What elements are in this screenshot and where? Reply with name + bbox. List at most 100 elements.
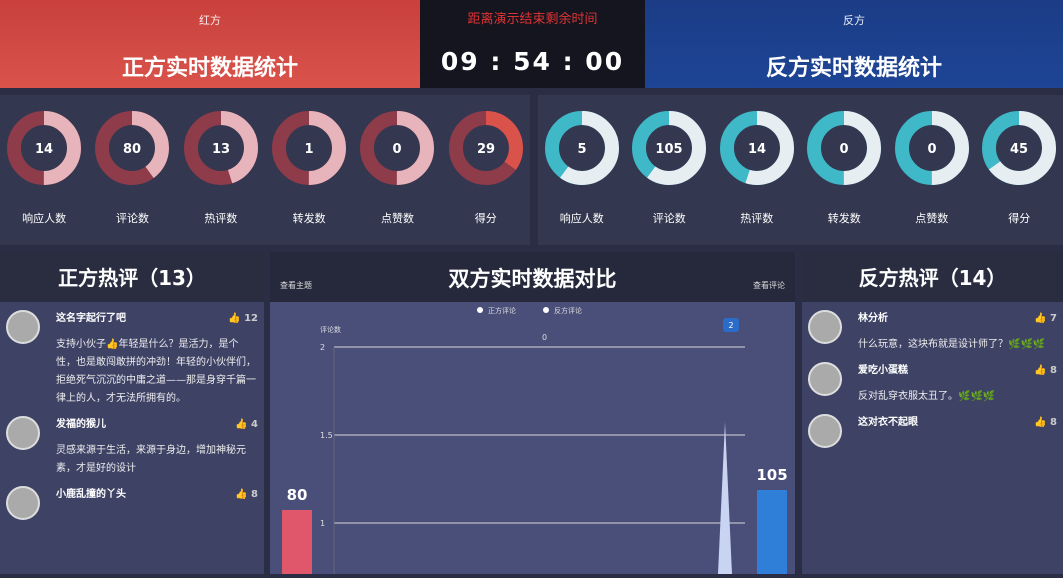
comment-item: 爱吃小蛋糕 👍 8 反对乱穿衣服太丑了。🌿🌿🌿 (802, 354, 1063, 406)
stat-label: 点赞数 (380, 212, 414, 225)
stat-点赞数: 0 点赞数 (357, 110, 437, 245)
like-count[interactable]: 👍 8 (1034, 362, 1057, 380)
plot-bg (270, 302, 795, 574)
svg-text:29: 29 (477, 142, 495, 157)
stat-label: 转发数 (292, 212, 326, 225)
avatar (808, 310, 842, 344)
stat-label: 转发数 (827, 212, 861, 225)
bar-label: 80 (287, 486, 308, 504)
donut-ring: 14 (7, 111, 82, 185)
avatar (808, 362, 842, 396)
donut-ring: 13 (183, 111, 258, 185)
avatar (6, 486, 40, 520)
donut-ring: 5 (544, 111, 619, 185)
donut-ring: 0 (360, 111, 435, 185)
bar (282, 510, 312, 574)
stat-label: 响应人数 (559, 212, 604, 225)
stat-转发数: 0 转发数 (804, 110, 884, 245)
stat-label: 评论数 (115, 212, 149, 225)
comment-author: 这名字起行了吧 (56, 313, 126, 324)
like-count[interactable]: 👍 7 (1034, 310, 1057, 328)
donut-ring: 29 (448, 111, 523, 185)
legend-dot (543, 307, 549, 313)
svg-text:14: 14 (748, 142, 766, 157)
donut-ring: 0 (807, 111, 882, 185)
stat-label: 热评数 (740, 212, 774, 225)
right-hot-comments: 反方热评（14） 林分析 👍 7 什么玩意，这块布就是设计师了？🌿🌿🌿 爱吃小蛋糕 👍 … (802, 252, 1063, 574)
svg-text:5: 5 (577, 142, 586, 157)
comment-author: 这对衣不起眼 (858, 417, 918, 428)
comment-text: 什么玩意，这块布就是设计师了？🌿🌿🌿 (858, 339, 1046, 350)
donut-ring: 80 (95, 111, 170, 185)
blue-header: 反方 反方实时数据统计 (645, 0, 1063, 88)
comparison-chart: 查看主题 双方实时数据对比 查看评论 正方评论 反方评论 评论数 2 1.5 1 0 2 80 1… (270, 252, 795, 574)
svg-text:0: 0 (393, 142, 402, 157)
donut-ring: 0 (894, 111, 969, 185)
comment-author: 小鹿乱撞的丫头 (56, 489, 126, 500)
svg-text:80: 80 (123, 142, 141, 157)
left-hot-comments: 正方热评（13） 这名字起行了吧 👍 12 支持小伙子👍年轻是什么？是活力，是个性，… (0, 252, 264, 574)
like-count[interactable]: 👍 12 (228, 310, 258, 328)
y-axis-label: 评论数 (320, 325, 341, 334)
comment-item: 这对衣不起眼 👍 8 (802, 406, 1063, 448)
red-side-label: 红方 (199, 14, 221, 27)
comment-author: 林分析 (858, 313, 888, 324)
comment-item: 发福的猴儿 👍 4 灵感来源于生活，来源于身边，增加神秘元素，才是好的设计 (0, 408, 264, 478)
avatar (6, 416, 40, 450)
stat-得分: 29 得分 (446, 110, 526, 245)
donut-ring: 45 (982, 111, 1057, 185)
svg-text:0: 0 (927, 142, 936, 157)
donut-ring: 105 (632, 111, 707, 185)
stat-label: 评论数 (652, 212, 686, 225)
comment-text: 反对乱穿衣服太丑了。🌿🌿🌿 (858, 391, 996, 402)
comment-item: 小鹿乱撞的丫头 👍 8 (0, 478, 264, 520)
y-tick: 2 (320, 343, 325, 352)
bar-label: 105 (756, 466, 787, 484)
legend-label: 反方评论 (554, 306, 582, 315)
comment-text: 灵感来源于生活，来源于身边，增加神秘元素，才是好的设计 (56, 445, 246, 474)
comment-author: 爱吃小蛋糕 (858, 365, 908, 376)
stat-转发数: 1 转发数 (269, 110, 349, 245)
chart-plot: 正方评论 反方评论评论数 2 1.5 1 0 2 80 105 (270, 302, 795, 574)
red-title: 正方实时数据统计 (121, 56, 298, 81)
like-count[interactable]: 👍 4 (235, 416, 258, 434)
donut-ring: 14 (719, 111, 794, 185)
point-label: 0 (542, 333, 547, 342)
stat-评论数: 105 评论数 (629, 110, 709, 245)
svg-text:1: 1 (305, 142, 314, 157)
blue-stats: 5 响应人数 105 评论数 14 热评数 0 转发数 0 点赞数 45 得分 (538, 95, 1063, 245)
stat-评论数: 80 评论数 (92, 110, 172, 245)
comment-text: 支持小伙子👍年轻是什么？是活力，是个性，也是敢闯敢拼的冲劲！年轻的小伙伴们，拒绝… (56, 339, 256, 404)
stat-label: 点赞数 (915, 212, 949, 225)
svg-text:105: 105 (656, 142, 683, 157)
countdown-title: 距离演示结束剩余时间 (467, 12, 598, 27)
stat-label: 热评数 (204, 212, 238, 225)
view-comments-link[interactable]: 查看评论 (753, 280, 785, 291)
left-panel-title: 正方热评（13） (0, 252, 264, 302)
svg-text:14: 14 (35, 142, 53, 157)
comment-item: 这名字起行了吧 👍 12 支持小伙子👍年轻是什么？是活力，是个性，也是敢闯敢拼的冲劲… (0, 302, 264, 408)
like-count[interactable]: 👍 8 (235, 486, 258, 504)
stat-热评数: 13 热评数 (181, 110, 261, 245)
red-header: 红方 正方实时数据统计 (0, 0, 420, 88)
svg-text:13: 13 (212, 142, 230, 157)
legend-label: 正方评论 (488, 306, 516, 315)
comment-item: 林分析 👍 7 什么玩意，这块布就是设计师了？🌿🌿🌿 (802, 302, 1063, 354)
comment-author: 发福的猴儿 (56, 419, 106, 430)
red-stats: 14 响应人数 80 评论数 13 热评数 1 转发数 0 点赞数 29 得分 (0, 95, 530, 245)
stat-得分: 45 得分 (979, 110, 1059, 245)
stat-label: 响应人数 (22, 212, 67, 225)
view-topic-link[interactable]: 查看主题 (280, 280, 312, 291)
avatar (6, 310, 40, 344)
like-count[interactable]: 👍 8 (1034, 414, 1057, 432)
right-panel-title: 反方热评（14） (802, 252, 1063, 302)
chart-title: 双方实时数据对比 (448, 267, 617, 291)
y-tick: 1.5 (320, 431, 333, 440)
svg-text:45: 45 (1010, 142, 1028, 157)
legend-dot (477, 307, 483, 313)
blue-side-label: 反方 (843, 14, 865, 27)
stat-点赞数: 0 点赞数 (892, 110, 972, 245)
bar (757, 490, 787, 574)
stat-label: 得分 (474, 212, 497, 225)
svg-text:0: 0 (840, 142, 849, 157)
